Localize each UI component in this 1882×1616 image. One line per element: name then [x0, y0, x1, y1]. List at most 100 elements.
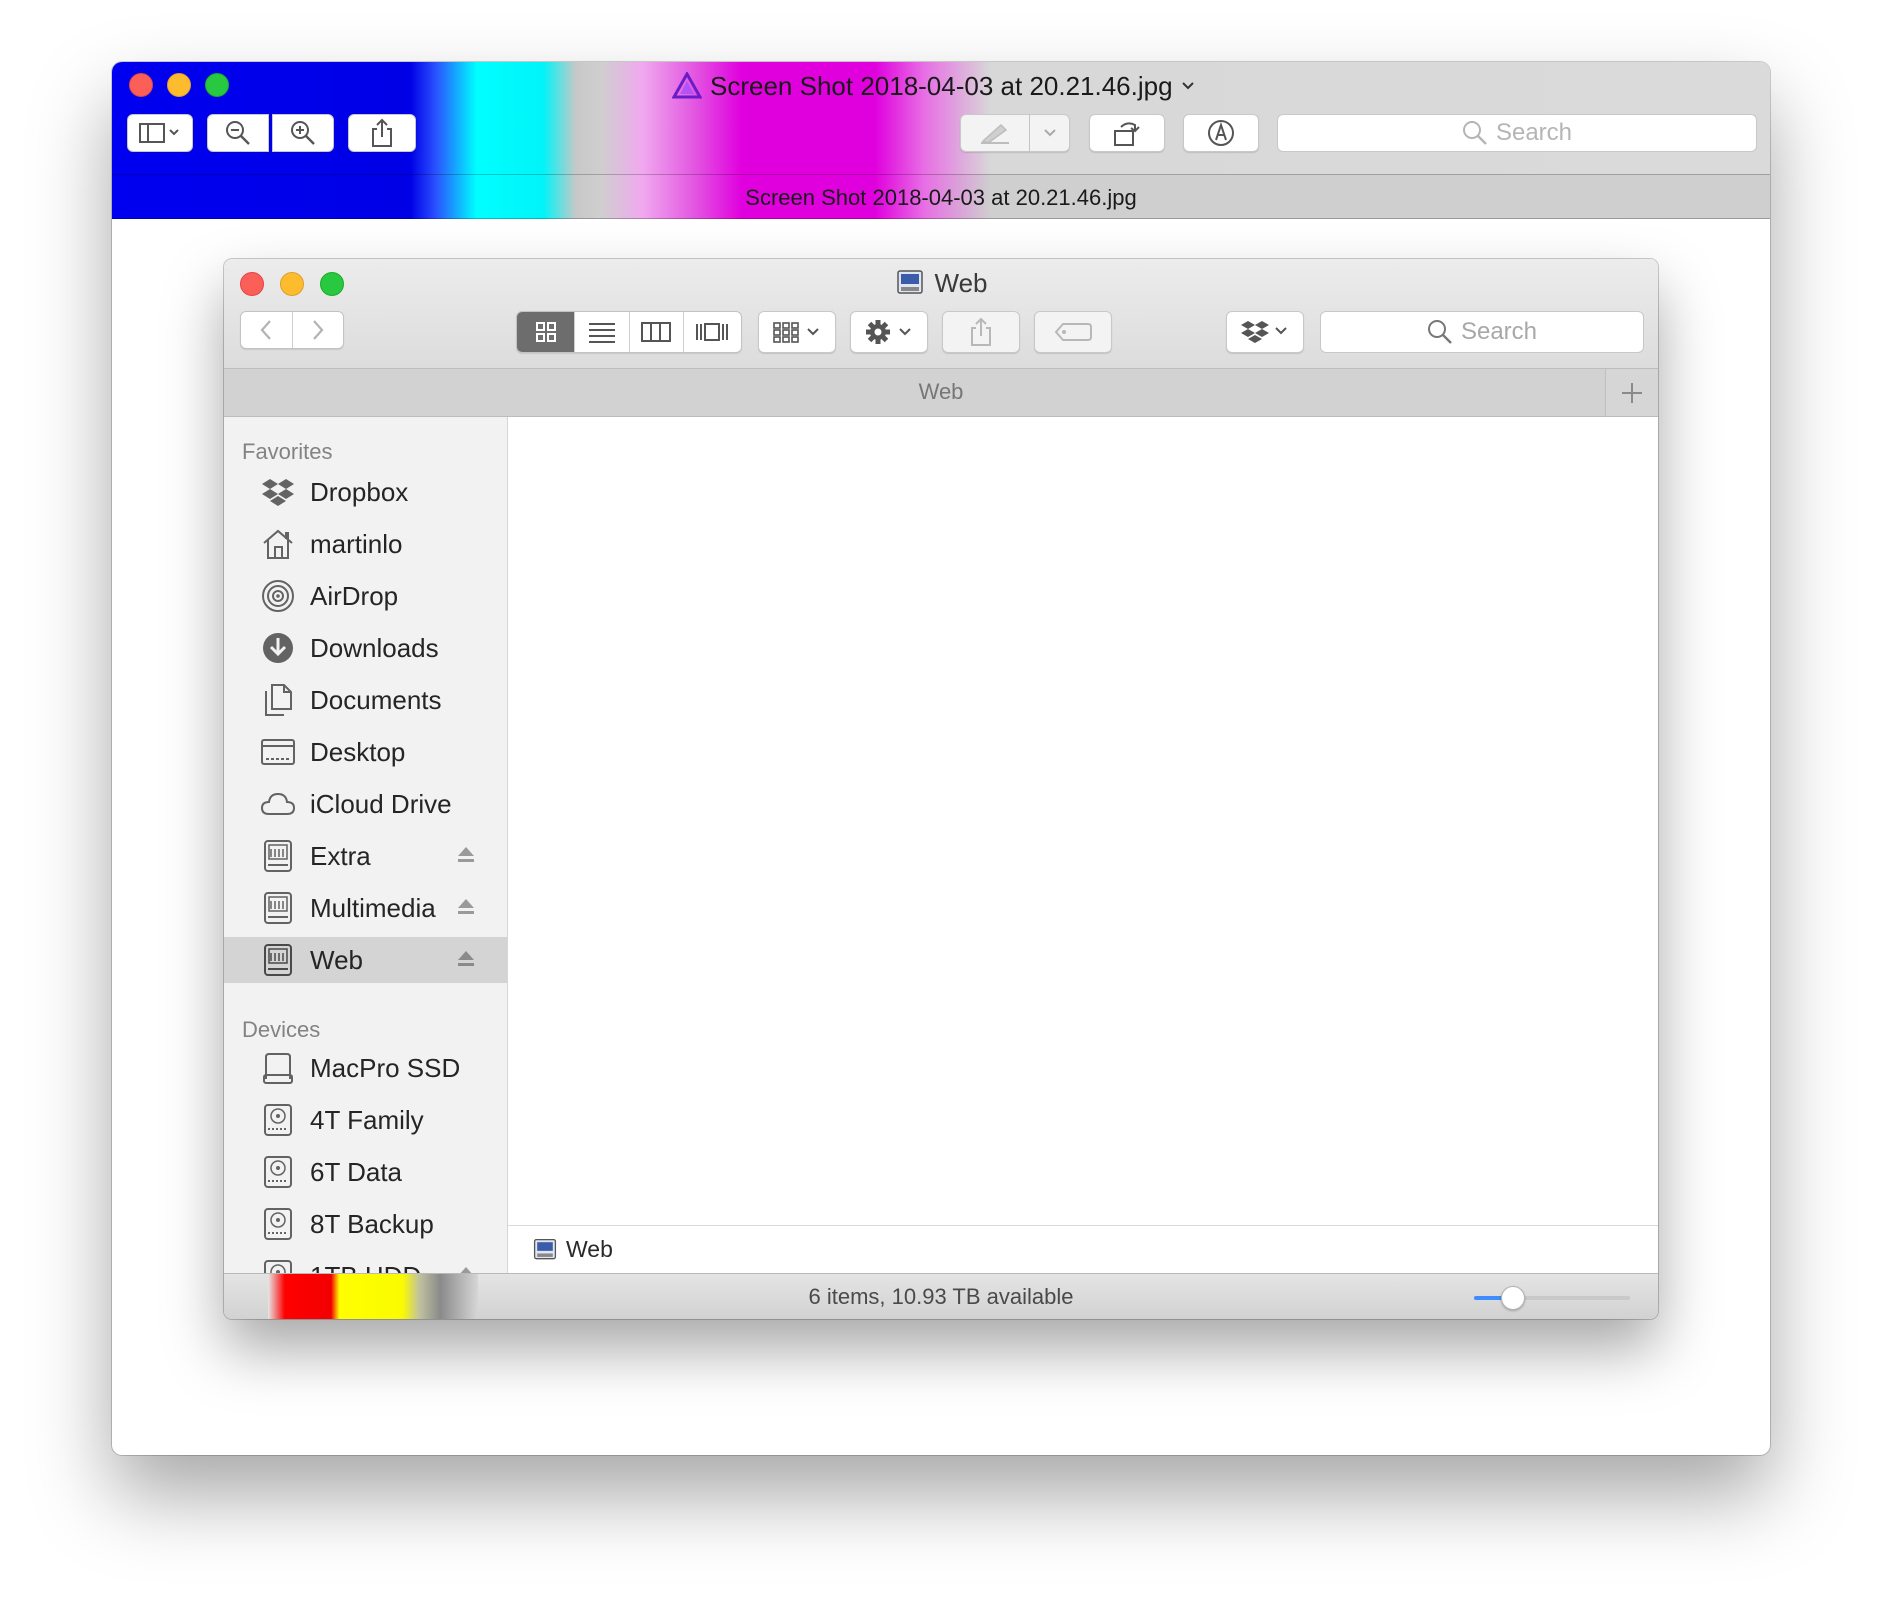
path-bar-item[interactable]: Web	[566, 1236, 613, 1263]
preview-title-text: Screen Shot 2018-04-03 at 20.21.46.jpg	[710, 70, 1173, 101]
sidebar-item-4t-family[interactable]: 4T Family	[224, 1097, 507, 1143]
sidebar-item-label: Dropbox	[310, 476, 409, 507]
search-icon	[1462, 120, 1488, 146]
sidebar-item-airdrop[interactable]: AirDrop	[224, 573, 507, 619]
finder-tab[interactable]: Web	[224, 379, 1658, 405]
sidebar-item-1tb-hdd[interactable]: 1TB HDD	[224, 1253, 507, 1273]
preview-path-title: Screen Shot 2018-04-03 at 20.21.46.jpg	[745, 185, 1137, 210]
preview-path-bar: Screen Shot 2018-04-03 at 20.21.46.jpg	[112, 174, 1770, 219]
sidebar-item-6t-data[interactable]: 6T Data	[224, 1149, 507, 1195]
sidebar-item-macpro-ssd[interactable]: MacPro SSD	[224, 1045, 507, 1091]
hard-disk-icon	[260, 1258, 296, 1273]
share-button[interactable]	[348, 114, 416, 152]
tags-button[interactable]	[1034, 311, 1112, 353]
back-button[interactable]	[241, 312, 293, 348]
gear-icon	[864, 318, 914, 346]
rotate-icon	[1111, 118, 1143, 148]
sidebar-item-label: 4T Family	[310, 1104, 424, 1135]
view-mode-control	[516, 311, 742, 353]
finder-share-button[interactable]	[942, 311, 1020, 353]
annotate-button[interactable]	[1183, 114, 1259, 152]
sidebar-item-desktop[interactable]: Desktop	[224, 729, 507, 775]
sidebar-item-label: Downloads	[310, 632, 439, 663]
finder-title-text: Web	[934, 267, 988, 298]
columns-icon	[640, 321, 672, 343]
finder-search-field[interactable]: Search	[1320, 311, 1644, 353]
sidebar-item-icloud-drive[interactable]: iCloud Drive	[224, 781, 507, 827]
zoom-out-button[interactable]	[207, 114, 269, 152]
home-icon	[260, 526, 296, 562]
close-button[interactable]	[129, 73, 153, 97]
sidebar-item-label: Extra	[310, 840, 371, 871]
internal-drive-icon	[260, 1050, 296, 1086]
list-icon	[587, 321, 617, 343]
downloads-icon	[260, 630, 296, 666]
hard-disk-icon	[260, 1102, 296, 1138]
tag-icon	[1053, 321, 1093, 343]
gallery-view-button[interactable]	[684, 312, 741, 352]
hard-disk-icon	[260, 1206, 296, 1242]
dropbox-menu-button[interactable]	[1226, 311, 1304, 353]
sidebar-item-label: iCloud Drive	[310, 788, 452, 819]
cloud-icon	[260, 786, 296, 822]
pen-icon	[979, 121, 1011, 145]
eject-icon[interactable]	[456, 1266, 476, 1273]
zoom-window-button[interactable]	[205, 73, 229, 97]
sidebar-toggle-button[interactable]	[127, 114, 193, 152]
new-tab-button[interactable]	[1605, 369, 1658, 416]
zoom-in-icon	[289, 119, 317, 147]
sidebar-item-8t-backup[interactable]: 8T Backup	[224, 1201, 507, 1247]
sidebar-item-label: 1TB HDD	[310, 1261, 421, 1274]
list-view-button[interactable]	[575, 312, 630, 352]
sidebar-item-documents[interactable]: Documents	[224, 677, 507, 723]
sidebar-item-label: 8T Backup	[310, 1208, 434, 1239]
network-drive-icon	[260, 942, 296, 978]
finder-window: Web Search Web Favorites Dropbox martinl…	[224, 259, 1658, 1319]
sidebar-item-web[interactable]: Web	[224, 937, 507, 983]
zoom-out-icon	[224, 119, 252, 147]
affinity-photo-icon	[672, 72, 702, 100]
finder-sidebar: Favorites Dropbox martinlo AirDrop Downl…	[224, 417, 508, 1273]
plus-icon	[1620, 381, 1644, 405]
sidebar-item-label: MacPro SSD	[310, 1052, 461, 1083]
sidebar-item-label: Desktop	[310, 736, 406, 767]
sidebar-item-martinlo[interactable]: martinlo	[224, 521, 507, 567]
network-drive-icon	[260, 890, 296, 926]
finder-window-title: Web	[224, 265, 1658, 301]
eject-icon[interactable]	[456, 898, 476, 916]
hard-disk-icon	[260, 1154, 296, 1190]
markup-icon	[1206, 118, 1236, 148]
column-view-button[interactable]	[630, 312, 684, 352]
minimize-button[interactable]	[167, 73, 191, 97]
share-icon	[369, 118, 395, 148]
action-menu-button[interactable]	[850, 311, 928, 353]
finder-path-bar: Web	[508, 1225, 1658, 1273]
sidebar-header-devices: Devices	[242, 1017, 321, 1042]
preview-window-title[interactable]: Screen Shot 2018-04-03 at 20.21.46.jpg	[672, 68, 1195, 104]
sidebar-item-dropbox[interactable]: Dropbox	[224, 469, 507, 515]
sidebar-item-label: AirDrop	[310, 580, 399, 611]
desktop-icon	[260, 734, 296, 770]
icon-view-button[interactable]	[517, 312, 576, 352]
forward-button[interactable]	[293, 312, 344, 348]
zoom-in-button[interactable]	[272, 114, 334, 152]
rotate-button[interactable]	[1089, 114, 1165, 152]
eject-icon[interactable]	[456, 846, 476, 864]
finder-status-bar: 6 items, 10.93 TB available	[224, 1273, 1658, 1319]
finder-tab-bar: Web	[224, 369, 1658, 417]
finder-content-area[interactable]	[508, 417, 1658, 1225]
documents-icon	[260, 682, 296, 718]
icon-size-slider-knob[interactable]	[1501, 1286, 1525, 1310]
network-drive-icon	[260, 838, 296, 874]
status-text: 6 items, 10.93 TB available	[808, 1284, 1074, 1309]
chevron-down-icon	[1181, 81, 1195, 91]
group-by-button[interactable]	[758, 311, 836, 353]
sidebar-item-multimedia[interactable]: Multimedia	[224, 885, 507, 931]
markup-pen-button[interactable]	[960, 114, 1030, 152]
preview-search-field[interactable]: Search	[1277, 114, 1757, 152]
eject-icon[interactable]	[456, 950, 476, 968]
sidebar-item-extra[interactable]: Extra	[224, 833, 507, 879]
finder-search-placeholder: Search	[1460, 318, 1538, 345]
sidebar-item-downloads[interactable]: Downloads	[224, 625, 507, 671]
markup-menu-button[interactable]	[1030, 114, 1070, 152]
